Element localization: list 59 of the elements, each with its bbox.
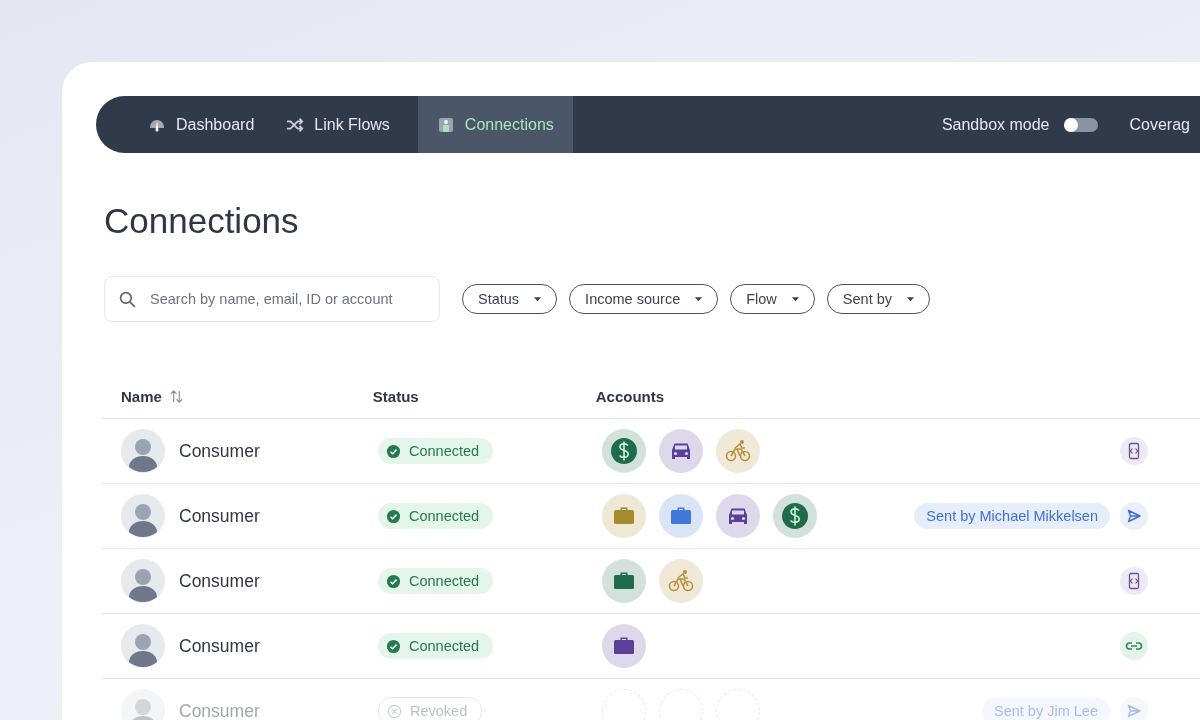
search-field[interactable]: Search by name, email, ID or account <box>104 276 440 322</box>
column-header: Accounts <box>595 387 665 405</box>
column-header: Status <box>372 387 419 405</box>
avatar-icon <box>121 559 165 603</box>
car-icon <box>716 494 760 538</box>
nav-tab[interactable]: Dashboard <box>132 96 271 153</box>
status-badge: Connected <box>378 503 494 529</box>
caret-icon <box>694 296 704 302</box>
page-title: Connections <box>104 203 300 238</box>
status-badge: Connected <box>378 633 494 659</box>
car-icon <box>659 429 703 473</box>
dollar-icon <box>602 429 646 473</box>
filter-dropdown[interactable]: Status <box>462 284 558 314</box>
dollar-icon <box>773 494 817 538</box>
status-badge: Connected <box>378 438 494 464</box>
consumer-name: Consumer <box>179 570 260 592</box>
phone-code-icon[interactable] <box>1120 437 1148 465</box>
caret-icon <box>906 296 915 302</box>
consumer-name: Consumer <box>179 635 260 657</box>
person-icon <box>436 116 455 133</box>
caret-icon <box>790 296 800 302</box>
bike-icon <box>716 429 760 473</box>
nav-tab[interactable]: Link Flows <box>270 96 406 153</box>
shuffle-icon <box>286 116 305 133</box>
consumer-name: Consumer <box>179 700 260 720</box>
avatar-icon <box>121 494 165 538</box>
avatar-icon <box>121 689 165 720</box>
consumer-name: Consumer <box>179 505 260 527</box>
column-header[interactable]: Name <box>121 387 162 405</box>
bike-icon <box>659 559 703 603</box>
link-icon[interactable] <box>1120 632 1148 660</box>
check-icon <box>386 573 401 589</box>
briefcase-icon <box>602 559 646 603</box>
send-icon[interactable] <box>1120 502 1148 530</box>
phone-code-icon[interactable] <box>1120 567 1148 595</box>
filter-dropdown[interactable]: Income source <box>569 284 719 314</box>
coverage-link[interactable]: Coverag <box>1129 115 1190 134</box>
filter-dropdown[interactable]: Sent by <box>826 284 930 314</box>
status-badge: Revoked <box>378 697 483 720</box>
check-icon <box>386 443 401 459</box>
cross-circle-icon <box>387 703 402 719</box>
briefcase-icon <box>659 494 703 538</box>
search-icon <box>119 291 136 308</box>
status-badge: Connected <box>378 568 494 594</box>
briefcase-icon <box>602 624 646 668</box>
avatar-icon <box>121 429 165 473</box>
sandbox-label: Sandbox mode <box>941 115 1050 134</box>
sort-icon[interactable] <box>169 388 183 404</box>
sent-by-tag: Sent by Michael Mikkelsen <box>914 503 1110 529</box>
check-icon <box>386 638 401 654</box>
briefcase-icon <box>602 494 646 538</box>
sent-by-tag: Sent by Jim Lee <box>982 698 1110 720</box>
caret-icon <box>533 296 543 302</box>
consumer-name: Consumer <box>179 440 260 462</box>
check-icon <box>386 508 401 524</box>
avatar-icon <box>121 624 165 668</box>
filter-dropdown[interactable]: Flow <box>730 284 815 314</box>
nav-tab[interactable]: Connections <box>417 96 573 153</box>
sandbox-toggle[interactable] <box>1063 117 1098 132</box>
